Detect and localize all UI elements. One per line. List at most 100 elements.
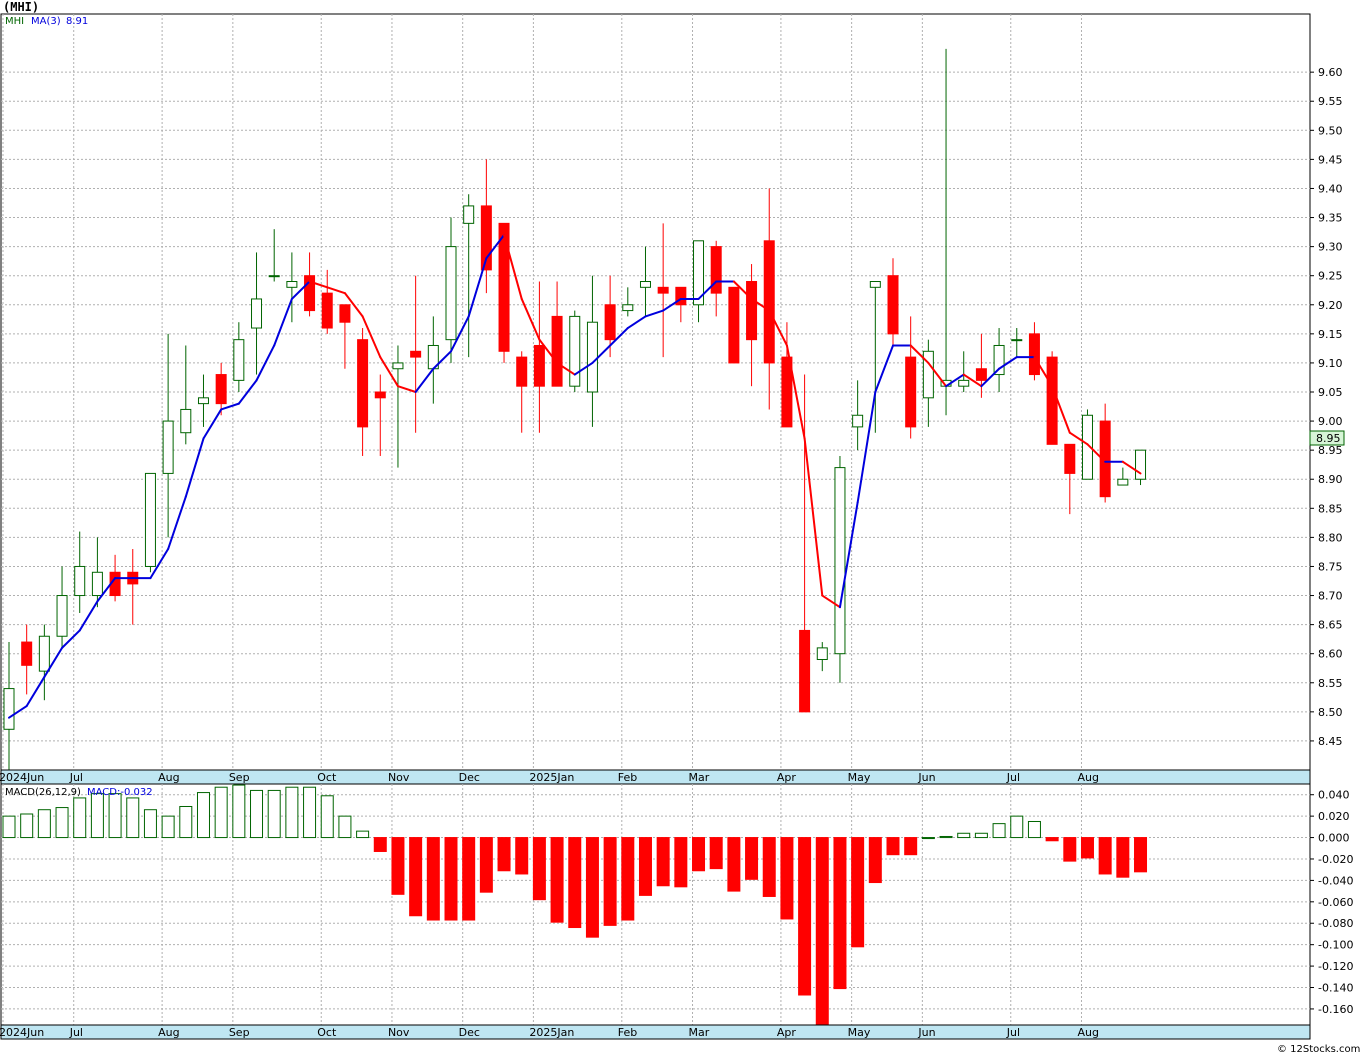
macd-bar bbox=[745, 837, 759, 880]
price-tick-label: 8.45 bbox=[1318, 735, 1343, 748]
macd-bar bbox=[1045, 837, 1059, 842]
site-credit: © 12Stocks.com bbox=[1277, 1044, 1360, 1055]
candle-body bbox=[799, 629, 811, 713]
macd-bar bbox=[621, 837, 635, 921]
price-tick-label: 9.50 bbox=[1318, 124, 1343, 137]
macd-bar bbox=[143, 809, 157, 839]
candle-body bbox=[38, 635, 50, 672]
candle-body bbox=[763, 240, 775, 364]
macd-legend: MACD(26,12,9) MACD:-0.032 bbox=[5, 787, 153, 798]
price-x-tick-label: Nov bbox=[388, 771, 410, 784]
macd-bar bbox=[585, 837, 599, 938]
macd-tick-label: -0.040 bbox=[1318, 874, 1353, 887]
candle-body bbox=[268, 275, 280, 278]
macd-bar bbox=[568, 837, 582, 929]
price-x-tick-label: Jul bbox=[1006, 771, 1020, 784]
macd-x-tick-label: Jul bbox=[1006, 1026, 1020, 1039]
candle-body bbox=[21, 641, 33, 666]
price-x-tick-label: Jul bbox=[69, 771, 83, 784]
candle-body bbox=[339, 304, 351, 323]
price-tick-label: 9.00 bbox=[1318, 415, 1343, 428]
macd-bar bbox=[303, 786, 317, 839]
candle-body bbox=[746, 281, 758, 341]
macd-bar bbox=[232, 784, 246, 839]
macd-bar bbox=[638, 837, 652, 896]
macd-bar bbox=[727, 837, 741, 892]
macd-x-tick-label: Mar bbox=[689, 1026, 710, 1039]
price-tick-label: 8.60 bbox=[1318, 648, 1343, 661]
price-tick-label: 9.15 bbox=[1318, 328, 1343, 341]
macd-bar bbox=[904, 837, 918, 856]
macd-bar bbox=[1010, 815, 1024, 839]
price-x-tick-label: Aug bbox=[1077, 771, 1098, 784]
macd-tick-label: -0.060 bbox=[1318, 896, 1353, 909]
candle-body bbox=[251, 298, 263, 329]
macd-bar bbox=[55, 807, 69, 839]
macd-tick-label: -0.120 bbox=[1318, 960, 1353, 973]
macd-bar bbox=[921, 837, 935, 840]
price-tick-label: 9.35 bbox=[1318, 212, 1343, 225]
candle-body bbox=[516, 356, 528, 387]
macd-bar bbox=[320, 795, 334, 839]
candle-body bbox=[905, 356, 917, 428]
macd-bar bbox=[409, 837, 423, 917]
macd-bar bbox=[550, 837, 564, 923]
macd-bar bbox=[515, 837, 529, 875]
macd-x-tick-label: Jun bbox=[917, 1026, 935, 1039]
candle-body bbox=[463, 205, 475, 224]
price-x-tick-label: 2024Jun bbox=[0, 771, 44, 784]
candle-body bbox=[410, 350, 422, 358]
macd-bar bbox=[373, 837, 387, 852]
macd-bar bbox=[356, 830, 370, 839]
macd-bar bbox=[126, 797, 140, 839]
macd-x-tick-label: Feb bbox=[618, 1026, 637, 1039]
macd-x-tick-label: May bbox=[848, 1026, 871, 1039]
price-tick-label: 8.55 bbox=[1318, 677, 1343, 690]
price-x-tick-label: 2025Jan bbox=[529, 771, 574, 784]
candle-body bbox=[445, 246, 457, 341]
macd-x-tick-label: Nov bbox=[388, 1026, 410, 1039]
macd-legend-value: MACD:-0.032 bbox=[87, 787, 153, 798]
candle-body bbox=[887, 275, 899, 335]
candle-body bbox=[3, 688, 15, 730]
candle-body bbox=[1135, 449, 1147, 480]
macd-bar bbox=[868, 837, 882, 884]
macd-bar bbox=[37, 809, 51, 839]
price-tick-label: 8.50 bbox=[1318, 706, 1343, 719]
candle-body bbox=[233, 339, 245, 381]
price-tick-label: 8.80 bbox=[1318, 531, 1343, 544]
candle-body bbox=[357, 339, 369, 428]
candle-body bbox=[144, 472, 156, 567]
candle-body bbox=[1011, 339, 1023, 342]
macd-x-tick-label: Sep bbox=[229, 1026, 250, 1039]
candle-body bbox=[1028, 333, 1040, 376]
price-tick-label: 9.55 bbox=[1318, 95, 1343, 108]
macd-x-tick-label: Dec bbox=[459, 1026, 480, 1039]
candle-body bbox=[657, 286, 669, 294]
price-x-tick-label: Feb bbox=[618, 771, 637, 784]
price-tick-label: 8.95 bbox=[1318, 444, 1343, 457]
candle-body bbox=[162, 420, 174, 474]
macd-tick-label: -0.020 bbox=[1318, 853, 1353, 866]
macd-bar bbox=[497, 837, 511, 872]
macd-bar bbox=[161, 815, 175, 839]
macd-x-tick-label: Jul bbox=[69, 1026, 83, 1039]
last-price-label: 8.95 bbox=[1316, 432, 1341, 445]
price-x-tick-label: Jun bbox=[917, 771, 935, 784]
macd-tick-label: 0.000 bbox=[1318, 832, 1350, 845]
price-tick-label: 9.20 bbox=[1318, 299, 1343, 312]
price-axis-band bbox=[0, 769, 1311, 785]
price-x-tick-label: Mar bbox=[689, 771, 710, 784]
price-tick-label: 9.05 bbox=[1318, 386, 1343, 399]
macd-legend-label: MACD(26,12,9) bbox=[5, 787, 81, 798]
candle-body bbox=[569, 315, 581, 387]
chart-title: (MHI) bbox=[3, 0, 39, 14]
candle-body bbox=[374, 391, 386, 399]
price-x-tick-label: Dec bbox=[459, 771, 480, 784]
macd-tick-label: -0.160 bbox=[1318, 1003, 1353, 1016]
macd-bar bbox=[709, 837, 723, 870]
candle-body bbox=[834, 467, 846, 655]
macd-bar bbox=[444, 837, 458, 921]
macd-x-tick-label: Aug bbox=[1077, 1026, 1098, 1039]
macd-bar bbox=[851, 837, 865, 948]
